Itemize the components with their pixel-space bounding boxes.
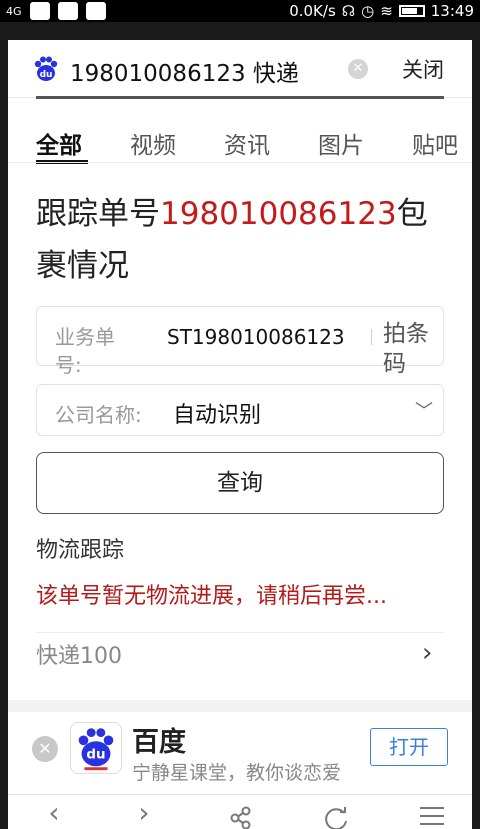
tab-tieba[interactable]: 贴吧 — [412, 126, 458, 160]
app-name: 百度 — [132, 727, 186, 758]
menu-icon[interactable] — [412, 799, 452, 829]
status-right: 0.0K/s ☊ ◷ ≋ 13:49 — [289, 2, 474, 20]
tabs-divider — [8, 162, 472, 163]
baidu-paw-icon: du — [34, 56, 58, 81]
app-download-banner: ✕ du 百度 宁静星课堂，教你谈恋爱 打开 — [8, 712, 472, 794]
clock: 13:49 — [430, 2, 474, 20]
section-divider — [36, 632, 444, 633]
chevron-right-icon[interactable]: › — [422, 638, 432, 668]
tab-news[interactable]: 资讯 — [224, 126, 270, 160]
result-title[interactable]: 跟踪单号198010086123包裹情况 — [36, 188, 452, 292]
notification-icon — [29, 2, 50, 20]
logistics-title: 物流跟踪 — [36, 538, 125, 563]
section-gap — [8, 700, 472, 712]
query-button[interactable]: 查询 — [36, 452, 444, 514]
app-slogan: 宁静星课堂，教你谈恋爱 — [132, 762, 342, 784]
company-value: 自动识别 — [173, 403, 262, 428]
alarm-icon: ◷ — [361, 2, 375, 20]
tab-all[interactable]: 全部 — [36, 126, 82, 160]
search-header: du 198010086123 快递 ✕ 关闭 — [8, 40, 472, 98]
search-tabs: 全部 视频 资讯 图片 贴吧 — [8, 120, 472, 168]
scan-barcode-button[interactable]: 拍条码 — [383, 319, 435, 379]
tracking-number-field: 业务单号: ST198010086123 拍条码 — [36, 306, 444, 377]
tab-video[interactable]: 视频 — [130, 126, 176, 160]
close-banner-icon[interactable]: ✕ — [32, 736, 58, 762]
status-left: 4G — [6, 2, 106, 20]
chevron-down-icon: ﹀ — [415, 401, 433, 422]
forward-icon[interactable]: › — [124, 799, 164, 829]
svg-text:du: du — [86, 748, 105, 763]
source-link[interactable]: 快递100 — [36, 638, 122, 670]
notification-icon — [57, 2, 78, 20]
svg-text:du: du — [40, 70, 53, 80]
baidu-app-icon: du — [70, 722, 122, 774]
header-divider — [36, 96, 444, 99]
tab-images[interactable]: 图片 — [318, 126, 364, 160]
search-query[interactable]: 198010086123 快递 — [70, 54, 299, 88]
share-icon[interactable] — [222, 799, 262, 829]
company-label: 公司名称: — [55, 403, 142, 427]
tracking-number-label: 业务单号: — [55, 325, 115, 377]
browser-bottom-nav: ‹ › — [8, 794, 472, 829]
title-prefix: 跟踪单号 — [36, 196, 160, 232]
headphones-icon: ☊ — [341, 2, 356, 20]
tracking-number-input[interactable]: ST198010086123 — [167, 325, 345, 349]
battery-icon — [398, 5, 425, 17]
close-button[interactable]: 关闭 — [402, 54, 444, 84]
network-speed: 0.0K/s — [289, 2, 336, 20]
notification-icon — [85, 2, 106, 20]
back-icon[interactable]: ‹ — [34, 799, 74, 829]
network-indicator: 4G — [6, 4, 22, 18]
clear-icon[interactable]: ✕ — [348, 59, 368, 79]
company-select[interactable]: 公司名称: 自动识别 ﹀ — [36, 384, 444, 436]
wifi-icon: ≋ — [380, 2, 393, 20]
title-tracking-number: 198010086123 — [160, 196, 397, 232]
field-separator — [371, 329, 372, 345]
refresh-icon[interactable] — [316, 799, 356, 829]
open-app-button[interactable]: 打开 — [370, 728, 448, 766]
logistics-status-message: 该单号暂无物流进展，请稍后再尝... — [36, 584, 387, 609]
status-bar: 4G 0.0K/s ☊ ◷ ≋ 13:49 — [0, 0, 480, 22]
search-result-card: du 198010086123 快递 ✕ 关闭 全部 视频 资讯 图片 贴吧 跟… — [8, 40, 472, 829]
